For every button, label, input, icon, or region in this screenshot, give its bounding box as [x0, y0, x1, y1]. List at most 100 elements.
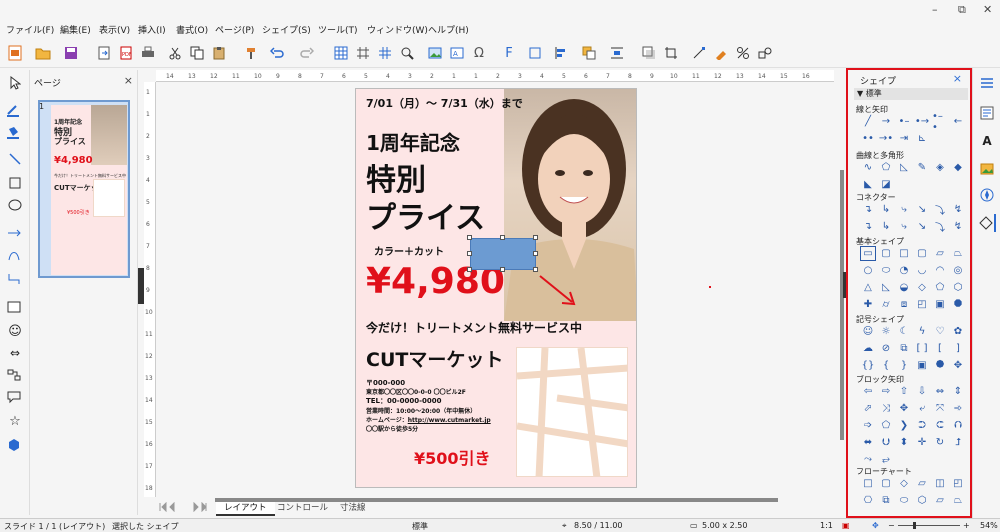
select-pointer-icon[interactable]	[3, 74, 27, 92]
block-arrows-icon[interactable]: ⇔	[3, 344, 27, 362]
flowchart-icon[interactable]	[3, 366, 27, 384]
close-window-button[interactable]: ✕	[983, 3, 992, 16]
rectangle-icon[interactable]: ▭	[860, 246, 876, 261]
vertical-scrollbar[interactable]	[840, 170, 844, 440]
connector-6-icon[interactable]: ⤵	[932, 219, 948, 234]
resize-handle-tl[interactable]	[467, 235, 472, 240]
4-way-callout-icon[interactable]: ✛	[914, 435, 930, 450]
up-right-arrow-icon[interactable]: ⬀	[860, 401, 876, 416]
ud-callout-icon[interactable]: ⬍	[896, 435, 912, 450]
circle-segment-icon[interactable]: ◒	[896, 280, 912, 295]
flowchart-manual-op-icon[interactable]: ⏢	[950, 493, 966, 508]
fill-color-icon[interactable]	[3, 124, 27, 142]
up-arrow-icon[interactable]: ⇧	[896, 384, 912, 399]
diamond-icon[interactable]: ◇	[914, 280, 930, 295]
dot-line-icon[interactable]: •–	[896, 114, 912, 129]
headline-price[interactable]: プライス	[366, 193, 485, 237]
cut-icon[interactable]	[166, 44, 184, 62]
lines-arrows-icon[interactable]	[3, 224, 27, 242]
double-dot-line-icon[interactable]: •–•	[932, 111, 948, 133]
fit-slide-icon[interactable]: ✥	[872, 521, 879, 530]
curves-polygons-icon[interactable]	[3, 246, 27, 264]
ellipse-icon[interactable]: ⬭	[878, 263, 894, 278]
tab-navigation-icon[interactable]	[158, 502, 208, 512]
toggle-extrusion-icon[interactable]	[734, 44, 752, 62]
shapes-gallery-icon[interactable]	[756, 44, 774, 62]
connector-curved-icon[interactable]: ⤷	[896, 202, 912, 217]
shop-address[interactable]: 東京都〇〇区〇〇0-0-0 〇〇ビル2F	[366, 387, 466, 396]
resize-handle-ml[interactable]	[467, 251, 472, 256]
export-pdf-icon[interactable]: PDF	[117, 44, 135, 62]
selected-rectangle-shape[interactable]	[470, 238, 536, 270]
lr-callout-icon[interactable]: ⬌	[860, 435, 876, 450]
status-scale[interactable]: 1:1	[820, 521, 833, 530]
connector-7-icon[interactable]: ↯	[950, 219, 966, 234]
resize-handle-tm[interactable]	[500, 235, 505, 240]
new-document-icon[interactable]	[6, 44, 24, 62]
resize-handle-bm[interactable]	[500, 267, 505, 272]
shadow-icon[interactable]	[640, 44, 658, 62]
chevron-icon[interactable]: ❯	[896, 418, 912, 433]
transformations-icon[interactable]	[526, 44, 544, 62]
shop-hours[interactable]: 営業時間：10:00～20:00（年中無休）	[366, 406, 476, 415]
resize-handle-tr[interactable]	[533, 235, 538, 240]
rectangle-tool-icon[interactable]	[3, 174, 27, 192]
folded-corner-icon[interactable]: ◰	[914, 297, 930, 312]
cylinder-icon[interactable]: ⌭	[878, 297, 894, 312]
brace-pair-icon[interactable]: {}	[860, 358, 876, 373]
homepage-url[interactable]: http://www.cutmarket.jp	[408, 417, 491, 424]
page-thumbnail[interactable]: 1 1周年記念 特別 プライス ¥4,980 今だけ！トリートメント無料サービス…	[38, 100, 130, 278]
menu-file[interactable]: ファイル(F)	[6, 23, 54, 36]
left-right-arrow-icon[interactable]: ⇔	[932, 384, 948, 399]
puzzle-icon[interactable]: ⧉	[896, 341, 912, 356]
connector-arrow-icon[interactable]: ↳	[878, 202, 894, 217]
right-bracket-icon[interactable]: ]	[950, 341, 966, 356]
right-triangle-icon[interactable]: ◺	[878, 280, 894, 295]
callouts-icon[interactable]	[3, 388, 27, 406]
circle-pie-icon[interactable]: ◔	[896, 263, 912, 278]
minimize-button[interactable]: –	[932, 3, 938, 16]
restore-button[interactable]: ⧉	[958, 3, 966, 17]
menu-format[interactable]: 書式(O)	[176, 23, 208, 36]
styles-icon[interactable]: A	[978, 132, 996, 150]
resize-handle-mr[interactable]	[533, 251, 538, 256]
symbol-shapes-icon[interactable]: ☺	[3, 322, 27, 340]
left-callout-icon[interactable]: ⮈	[932, 418, 948, 433]
left-bracket-icon[interactable]: [	[932, 341, 948, 356]
down-callout-icon[interactable]: ⮋	[878, 435, 894, 450]
slide-canvas[interactable]: 7/01（月）～ 7/31（水）まで 1周年記念 特別 プライス カラー＋カット…	[355, 88, 637, 488]
3d-objects-icon[interactable]	[3, 436, 27, 454]
flowchart-predefined-icon[interactable]: ◫	[932, 476, 948, 491]
forbidden-icon[interactable]: ⊘	[878, 341, 894, 356]
menu-page[interactable]: ページ(P)	[215, 23, 254, 36]
paste-icon[interactable]	[210, 44, 228, 62]
shapes-group-standard[interactable]: ▼ 標準	[854, 88, 968, 100]
connector-4-icon[interactable]: ⤷	[896, 219, 912, 234]
crop-icon[interactable]	[662, 44, 680, 62]
ring-icon[interactable]: ◎	[950, 263, 966, 278]
ellipse-tool-icon[interactable]	[3, 196, 27, 214]
properties-icon[interactable]	[978, 104, 996, 122]
shop-name[interactable]: CUTマーケット	[366, 345, 503, 372]
shapes-deck-icon[interactable]	[978, 214, 996, 232]
up-right-down-arrow-icon[interactable]: ⤨	[878, 401, 894, 416]
status-layout[interactable]: 標準	[412, 521, 428, 532]
left-brace-icon[interactable]: {	[878, 358, 894, 373]
menu-insert[interactable]: 挿入(I)	[138, 23, 166, 36]
pentagon-arrow-icon[interactable]: ⬠	[878, 418, 894, 433]
moon-icon[interactable]: ☾	[896, 324, 912, 339]
rect-alt-icon[interactable]: ▱	[932, 246, 948, 261]
headline-anniversary[interactable]: 1周年記念	[366, 127, 460, 156]
cloud-icon[interactable]: ☁	[860, 341, 876, 356]
line-color-icon[interactable]	[3, 102, 27, 120]
split-arrow-icon[interactable]: ⤧	[932, 401, 948, 416]
dot-dot-icon[interactable]: ••	[860, 131, 876, 146]
insert-image-icon[interactable]	[426, 44, 444, 62]
arrow-dot-icon[interactable]: →•	[878, 131, 894, 146]
up-callout-icon[interactable]: ⮉	[950, 418, 966, 433]
connector-straight-icon[interactable]: ↘	[914, 202, 930, 217]
s-arrow-icon[interactable]: ⤳	[860, 452, 876, 467]
octagon-icon[interactable]: ⯃	[950, 297, 966, 312]
flowchart-data-icon[interactable]: ▱	[914, 476, 930, 491]
cube-icon[interactable]: ⧈	[896, 297, 912, 312]
